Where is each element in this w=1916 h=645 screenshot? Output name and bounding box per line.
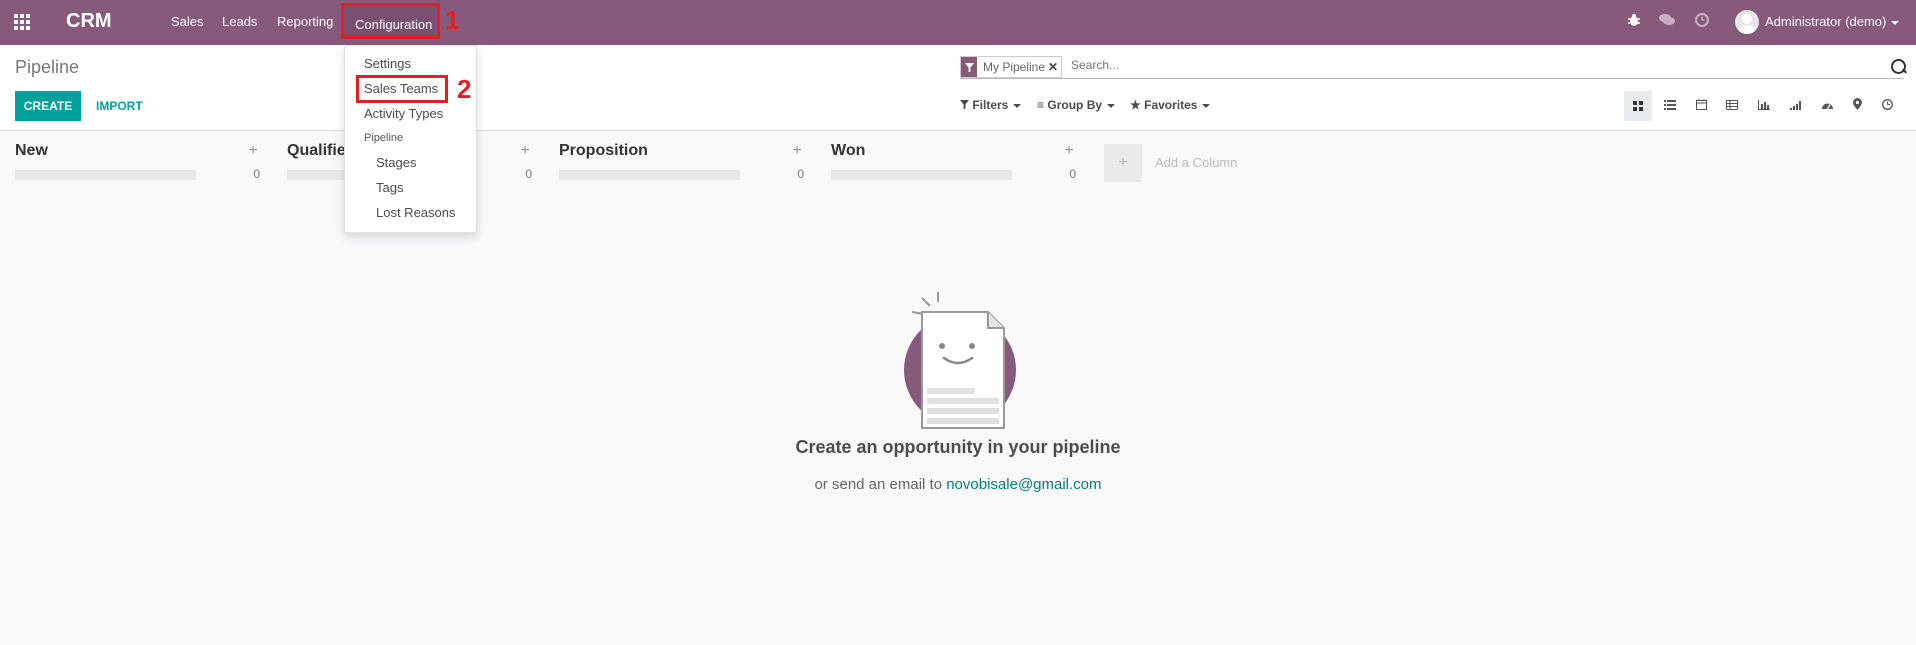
menu-item-stages[interactable]: Stages	[376, 155, 416, 170]
annotation-step-2: 2	[457, 74, 472, 104]
plus-icon[interactable]: +	[790, 142, 804, 160]
plus-icon[interactable]: +	[518, 142, 532, 160]
plus-icon[interactable]: +	[1062, 142, 1076, 160]
column-title[interactable]: New	[15, 142, 48, 160]
kanban-view-button[interactable]	[1624, 91, 1652, 121]
search-icon[interactable]	[1891, 59, 1906, 74]
create-button[interactable]: CREATE	[15, 91, 81, 121]
map-marker-icon	[1852, 98, 1862, 110]
bar-chart-icon	[1758, 100, 1770, 110]
user-name: Administrator (demo)	[1765, 14, 1887, 29]
chevron-down-icon	[1202, 103, 1211, 108]
favorites-label: Favorites	[1144, 98, 1198, 112]
graph-view-button[interactable]	[1750, 91, 1778, 121]
map-view-button[interactable]	[1843, 91, 1871, 121]
bars-icon: ≡	[1037, 98, 1045, 112]
filters-label: Filters	[972, 98, 1009, 112]
search-input[interactable]	[1071, 58, 1771, 72]
column-count: 0	[1069, 167, 1076, 181]
chevron-down-icon	[1107, 103, 1116, 108]
menu-item-tags[interactable]: Tags	[376, 180, 403, 195]
dashboard-icon	[1821, 103, 1833, 110]
annotation-highlight-sales-teams	[356, 75, 448, 103]
menu-configuration[interactable]: Configuration	[341, 3, 440, 39]
filters-dropdown[interactable]: Filters	[960, 98, 1022, 112]
pivot-view-button[interactable]	[1718, 91, 1746, 121]
bug-icon[interactable]	[1626, 13, 1642, 29]
email-link[interactable]: novobisale@gmail.com	[946, 476, 1101, 493]
top-navbar: CRM Sales Leads Reporting Configuration …	[0, 0, 1916, 45]
chevron-down-icon	[1891, 20, 1900, 25]
search-bar: My Pipeline ✕	[960, 56, 1904, 79]
filter-facet[interactable]: My Pipeline ✕	[960, 56, 1063, 78]
star-icon: ★	[1130, 98, 1141, 112]
column-progress-bar	[831, 170, 1012, 180]
chat-icon[interactable]	[1659, 13, 1675, 29]
menu-item-lost-reasons[interactable]: Lost Reasons	[376, 205, 456, 220]
empty-state-subtitle: or send an email to novobisale@gmail.com	[0, 476, 1916, 493]
kanban-icon	[1633, 100, 1643, 111]
plus-icon[interactable]: +	[246, 142, 260, 160]
kanban-column-won: Won + 0	[831, 130, 1076, 190]
menu-item-settings[interactable]: Settings	[364, 56, 411, 71]
menu-leads[interactable]: Leads	[222, 14, 257, 29]
activity-view-button[interactable]	[1873, 91, 1901, 121]
empty-state-text: or send an email to	[814, 476, 943, 493]
user-menu[interactable]: Administrator (demo)	[1765, 14, 1900, 29]
menu-item-activity-types[interactable]: Activity Types	[364, 106, 443, 121]
column-progress-bar	[559, 170, 740, 180]
menu-configuration-label: Configuration	[355, 17, 433, 32]
chevron-down-icon	[1013, 103, 1022, 108]
dashboard-view-button[interactable]	[1813, 91, 1841, 121]
column-count: 0	[253, 167, 260, 181]
empty-state-title: Create an opportunity in your pipeline	[795, 437, 1121, 457]
empty-pipeline-illustration	[900, 290, 1020, 430]
filter-icon	[960, 100, 969, 109]
annotation-step-1: 1	[445, 5, 460, 35]
user-avatar[interactable]	[1735, 10, 1759, 34]
facet-label: My Pipeline	[983, 60, 1046, 74]
column-title[interactable]: Proposition	[559, 142, 648, 160]
app-brand[interactable]: CRM	[66, 10, 112, 33]
close-icon[interactable]: ✕	[1048, 60, 1061, 74]
control-panel: Pipeline CREATE IMPORT My Pipeline ✕ Fil…	[0, 45, 1916, 131]
menu-header-pipeline: Pipeline	[364, 132, 404, 144]
apps-menu-icon[interactable]	[14, 14, 32, 30]
signal-icon	[1790, 101, 1801, 110]
calendar-view-button[interactable]	[1687, 91, 1715, 121]
column-count: 0	[797, 167, 804, 181]
list-icon	[1664, 100, 1676, 110]
menu-reporting[interactable]: Reporting	[277, 14, 333, 29]
filter-icon	[961, 57, 977, 77]
clock-icon[interactable]	[1694, 13, 1710, 29]
add-column-button[interactable]: +	[1104, 144, 1142, 182]
kanban-column-proposition: Proposition + 0	[559, 130, 804, 190]
page-title: Pipeline	[15, 57, 80, 77]
group-by-dropdown[interactable]: ≡ Group By	[1037, 98, 1116, 112]
column-progress-bar	[15, 170, 196, 180]
clock-icon	[1881, 99, 1893, 110]
calendar-icon	[1695, 99, 1707, 110]
menu-sales[interactable]: Sales	[171, 14, 204, 29]
column-count: 0	[525, 167, 532, 181]
table-icon	[1726, 100, 1738, 110]
favorites-dropdown[interactable]: ★ Favorites	[1130, 98, 1211, 112]
list-view-button[interactable]	[1656, 91, 1684, 121]
column-title[interactable]: Won	[831, 142, 865, 160]
cohort-view-button[interactable]	[1782, 91, 1810, 121]
kanban-column-new: New + 0	[15, 130, 260, 190]
group-by-label: Group By	[1047, 98, 1103, 112]
add-column-label[interactable]: Add a Column	[1155, 155, 1237, 170]
import-button[interactable]: IMPORT	[96, 91, 143, 121]
